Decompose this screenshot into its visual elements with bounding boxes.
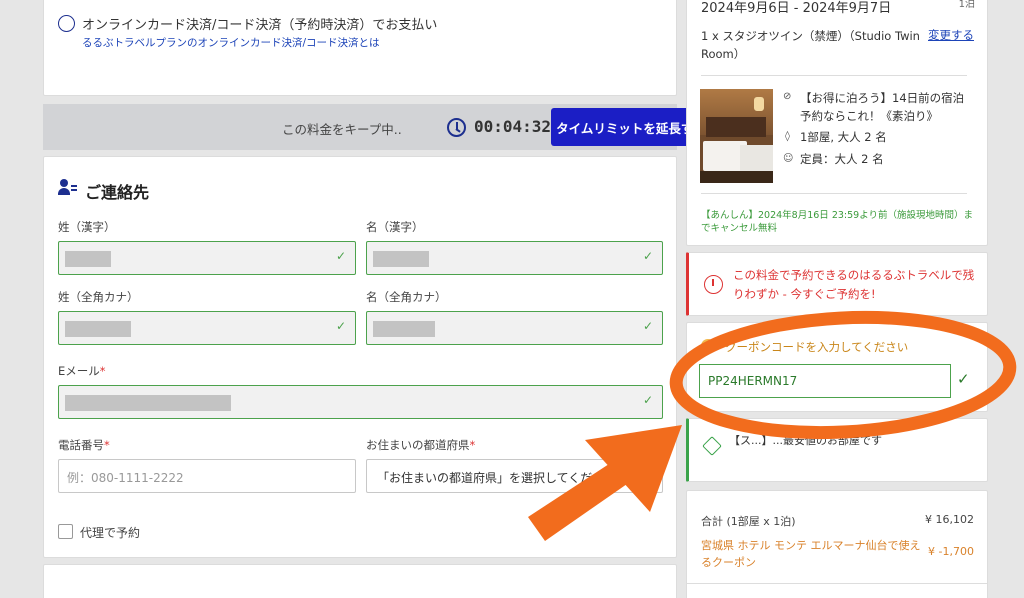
last-name-kanji-field[interactable]: ✓ — [58, 241, 356, 275]
change-room-link[interactable]: 変更する — [928, 27, 974, 43]
coupon-discount-value: ¥ -1,700 — [928, 545, 974, 558]
last-name-kana-field[interactable]: ✓ — [58, 311, 356, 345]
price-tag-icon — [702, 436, 722, 456]
coupon-label: クーポンコードを入力してください — [725, 340, 909, 354]
redacted-value — [65, 321, 131, 337]
valid-check-icon: ✓ — [642, 319, 653, 333]
proxy-label: 代理で予約 — [80, 526, 141, 540]
redacted-value — [373, 251, 429, 267]
prefecture-label: お住まいの都道府県* — [366, 438, 476, 452]
valid-check-icon: ✓ — [335, 249, 346, 263]
timer-warning-icon — [704, 275, 723, 294]
plan-name: 【お得に泊ろう】14日前の宿泊予約ならこれ！《素泊り》 — [800, 91, 965, 123]
divider — [687, 583, 987, 584]
cheapest-notice-card: 【ス...】...最安値のお部屋です — [686, 418, 988, 482]
divider — [701, 75, 967, 76]
scarcity-warning-card: この料金で予約できるのはるるぶトラベルで残りわずか - 今すぐご予約を! — [686, 252, 988, 316]
redacted-value — [65, 251, 111, 267]
keep-price-text: この料金をキープ中.. — [282, 122, 402, 137]
price-summary-card: 合計 (1部屋 x 1泊) ¥ 16,102 宮城県 ホテル モンテ エルマーナ… — [686, 490, 988, 598]
nights-count: 1泊 — [958, 0, 975, 10]
payment-card: オンラインカード決済/コード決済（予約時決済）でお支払い るるぶトラベルプランの… — [43, 0, 677, 96]
payment-option-label: オンラインカード決済/コード決済（予約時決済）でお支払い — [82, 18, 438, 33]
cheapest-notice-text: 【ス...】...最安値のお部屋です — [729, 434, 882, 447]
scarcity-warning-text: この料金で予約できるのはるるぶトラベルで残りわずか - 今すぐご予約を! — [733, 268, 975, 301]
total-label: 合計 (1部屋 x 1泊) — [701, 515, 796, 528]
valid-check-icon: ✓ — [642, 393, 653, 407]
last-name-kanji-label: 姓（漢字） — [58, 220, 116, 234]
coupon-discount-label: 宮城県 ホテル モンテ エルマーナ仙台で使えるクーポン — [701, 539, 921, 569]
next-section-card — [43, 564, 677, 598]
payment-info-link[interactable]: るるぶトラベルプランのオンラインカード決済/コード決済とは — [82, 35, 380, 50]
first-name-kana-field[interactable]: ✓ — [366, 311, 663, 345]
booking-summary-card: 2024年9月6日 - 2024年9月7日 1泊 1 x スタジオツイン（禁煙）… — [686, 0, 988, 246]
first-name-kanji-field[interactable]: ✓ — [366, 241, 663, 275]
phone-label: 電話番号* — [58, 438, 110, 452]
timer-bar: この料金をキープ中.. 00:04:32 タイムリミットを延長する — [43, 104, 711, 150]
divider — [701, 193, 967, 194]
bed-icon: ◊ — [785, 131, 790, 142]
email-field[interactable]: ✓ — [58, 385, 663, 419]
redacted-value — [65, 395, 231, 411]
people-icon: ☺ — [783, 153, 794, 164]
valid-check-icon: ✓ — [957, 370, 970, 388]
phone-field[interactable]: 例：080-1111-2222 — [58, 459, 356, 493]
contact-card: ご連絡先 姓（漢字） 名（漢字） ✓ ✓ 姓（全角カナ） 名（全角カナ） ✓ ✓… — [43, 156, 677, 558]
first-name-kanji-label: 名（漢字） — [366, 220, 424, 234]
rooms-guests: 1部屋, 大人 2 名 — [800, 130, 887, 144]
total-value: ¥ 16,102 — [925, 513, 974, 526]
first-name-kana-label: 名（全角カナ） — [366, 290, 447, 304]
clock-icon — [447, 118, 466, 137]
room-type: 1 x スタジオツイン（禁煙）（Studio Twin Room） — [701, 29, 920, 61]
contact-title: ご連絡先 — [85, 183, 150, 202]
coupon-code-input[interactable] — [699, 364, 951, 398]
phone-placeholder: 例：080-1111-2222 — [67, 471, 184, 485]
email-label: Eメール* — [58, 364, 106, 378]
redacted-value — [373, 321, 435, 337]
no-smoking-icon: ⊘ — [783, 91, 792, 102]
stay-dates: 2024年9月6日 - 2024年9月7日 — [701, 1, 892, 16]
payment-radio[interactable] — [58, 15, 75, 32]
valid-check-icon: ✓ — [642, 249, 653, 263]
last-name-kana-label: 姓（全角カナ） — [58, 290, 139, 304]
valid-check-icon: ✓ — [335, 319, 346, 333]
free-cancellation-text: 【あんしん】2024年8月16日 23:59より前（施設現地時間）までキャンセル… — [701, 210, 974, 234]
coupon-icon — [701, 339, 715, 353]
countdown-timer: 00:04:32 — [474, 117, 552, 136]
capacity: 定員：大人 2 名 — [800, 152, 884, 166]
room-photo[interactable] — [700, 89, 773, 183]
prefecture-select[interactable]: 「お住まいの都道府県」を選択してください — [366, 459, 663, 493]
coupon-card: クーポンコードを入力してください ✓ — [686, 322, 988, 412]
proxy-checkbox[interactable] — [58, 524, 73, 539]
prefecture-selected: 「お住まいの都道府県」を選択してください — [377, 471, 617, 485]
person-icon — [58, 179, 78, 197]
